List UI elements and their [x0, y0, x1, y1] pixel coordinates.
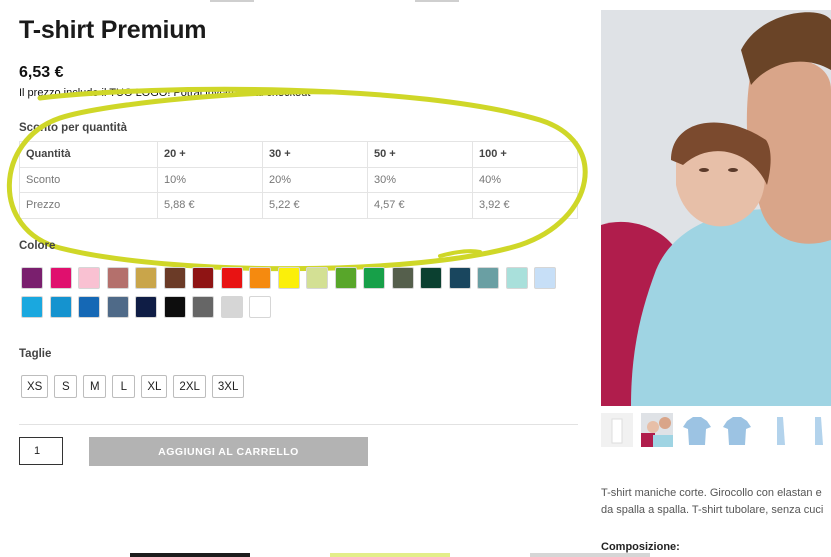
product-description: T-shirt maniche corte. Girocollo con ela… — [601, 485, 831, 519]
table-cell: 5,22 € — [262, 192, 368, 219]
size-option-m[interactable]: M — [83, 375, 107, 398]
color-swatch[interactable] — [21, 296, 43, 318]
color-swatch[interactable] — [163, 296, 186, 318]
color-swatch[interactable] — [192, 296, 214, 318]
thumbnail[interactable] — [681, 413, 713, 447]
color-swatch[interactable] — [21, 267, 43, 289]
product-thumbnails — [601, 413, 831, 447]
color-swatch[interactable] — [163, 267, 186, 289]
table-cell: 20 + — [157, 141, 263, 168]
add-to-cart-button[interactable]: AGGIUNGI AL CARRELLO — [89, 437, 368, 466]
price-note: Il prezzo include il TUO LOGO! Potrai in… — [19, 87, 311, 99]
table-row: Sconto 10% 20% 30% 40% — [19, 166, 578, 193]
table-cell: Quantità — [19, 141, 158, 168]
thumbnail[interactable] — [805, 413, 831, 447]
table-cell: 30% — [367, 166, 473, 193]
color-swatch[interactable] — [106, 296, 129, 318]
color-swatch[interactable] — [249, 267, 271, 289]
bottom-decor-strip — [130, 553, 250, 557]
color-swatch[interactable] — [78, 267, 100, 289]
discount-label: Sconto per quantità — [19, 122, 127, 134]
size-options: XS S M L XL 2XL 3XL — [21, 375, 245, 398]
color-swatch[interactable] — [334, 267, 357, 289]
color-swatch[interactable] — [220, 296, 243, 318]
table-cell: 4,57 € — [367, 192, 473, 219]
table-row: Prezzo 5,88 € 5,22 € 4,57 € 3,92 € — [19, 192, 578, 219]
size-option-3xl[interactable]: 3XL — [211, 375, 245, 398]
thumbnail[interactable] — [721, 413, 753, 447]
thumbnail[interactable] — [601, 413, 633, 447]
color-swatch[interactable] — [106, 267, 129, 289]
color-swatch[interactable] — [135, 296, 157, 318]
color-swatch[interactable] — [49, 267, 72, 289]
size-option-xl[interactable]: XL — [141, 375, 168, 398]
color-swatch[interactable] — [220, 267, 243, 289]
bottom-decor-strip — [330, 553, 450, 557]
top-decor-strip — [210, 0, 254, 2]
product-price: 6,53 € — [19, 64, 64, 81]
table-cell: 30 + — [262, 141, 368, 168]
size-option-xs[interactable]: XS — [21, 375, 49, 398]
size-option-l[interactable]: L — [112, 375, 136, 398]
thumbnail[interactable] — [765, 413, 797, 447]
product-main-image[interactable] — [601, 10, 831, 406]
table-cell: 40% — [472, 166, 578, 193]
size-option-s[interactable]: S — [54, 375, 78, 398]
color-swatch[interactable] — [192, 267, 214, 289]
table-cell: 5,88 € — [157, 192, 263, 219]
size-label: Taglie — [19, 348, 52, 360]
description-line: da spalla a spalla. T-shirt tubolare, se… — [601, 504, 824, 516]
table-row: Quantità 20 + 30 + 50 + 100 + — [19, 141, 578, 168]
size-option-2xl[interactable]: 2XL — [173, 375, 206, 398]
color-swatch[interactable] — [277, 267, 300, 289]
color-swatch[interactable] — [363, 267, 385, 289]
discount-table: Quantità 20 + 30 + 50 + 100 + Sconto 10%… — [19, 141, 578, 219]
table-cell: 100 + — [472, 141, 578, 168]
composition-label: Composizione: — [601, 541, 680, 553]
color-swatch[interactable] — [78, 296, 100, 318]
color-swatch[interactable] — [448, 267, 471, 289]
color-swatch[interactable] — [49, 296, 72, 318]
color-swatch[interactable] — [135, 267, 157, 289]
bottom-decor-strip — [530, 553, 650, 557]
description-line: T-shirt maniche corte. Girocollo con ela… — [601, 487, 822, 499]
color-swatch[interactable] — [249, 296, 271, 318]
table-cell: 50 + — [367, 141, 473, 168]
table-cell: 3,92 € — [472, 192, 578, 219]
thumbnail[interactable] — [641, 413, 673, 447]
product-title: T-shirt Premium — [19, 16, 207, 44]
color-swatch[interactable] — [306, 267, 328, 289]
color-swatch[interactable] — [391, 267, 414, 289]
color-swatch[interactable] — [420, 267, 442, 289]
color-swatch[interactable] — [534, 267, 556, 289]
table-cell: Prezzo — [19, 192, 158, 219]
divider — [19, 424, 578, 425]
quantity-input[interactable] — [19, 437, 63, 465]
color-label: Colore — [19, 240, 56, 252]
top-decor-strip — [415, 0, 459, 2]
color-swatch[interactable] — [505, 267, 528, 289]
table-cell: 10% — [157, 166, 263, 193]
table-cell: 20% — [262, 166, 368, 193]
table-cell: Sconto — [19, 166, 158, 193]
color-swatch[interactable] — [477, 267, 499, 289]
